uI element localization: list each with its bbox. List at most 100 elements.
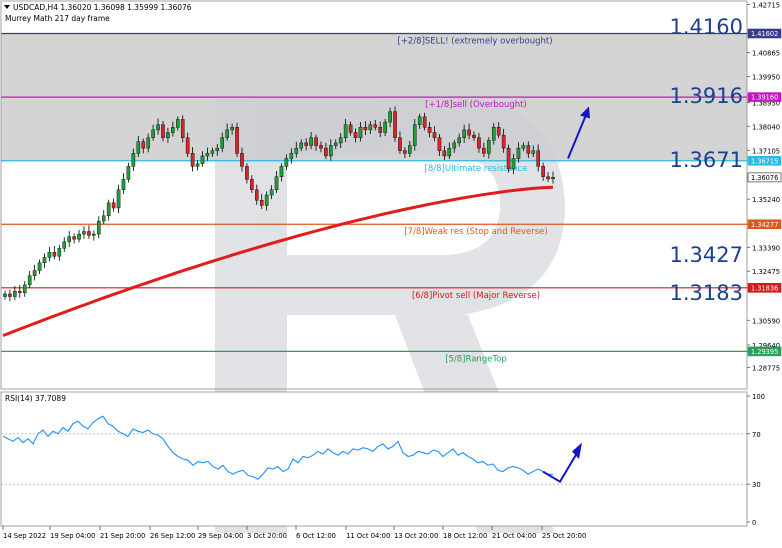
price-tag-6: 1.29395 xyxy=(747,346,782,357)
candle-body xyxy=(482,147,486,154)
time-tick-label-8: 13 Oct 20:00 xyxy=(394,532,438,540)
candle-body xyxy=(452,142,457,149)
candle-body xyxy=(215,147,220,151)
candle-body xyxy=(235,127,239,154)
price-tag-label: 1.36715 xyxy=(751,157,778,165)
candle-body xyxy=(250,179,254,190)
candle-body xyxy=(329,145,333,157)
price-tick-label-13: 1.30590 xyxy=(752,317,780,325)
candle-body xyxy=(388,111,392,123)
candle-body xyxy=(131,153,136,167)
murrey-label-0: [+2/8]SELL! (extremely overbought) xyxy=(397,36,552,46)
price-tick-label-11: 1.32475 xyxy=(752,268,780,276)
price-tag-label: 1.31836 xyxy=(751,284,778,292)
price-tag-label: 1.36076 xyxy=(751,174,778,182)
candle-body xyxy=(378,127,383,133)
candle-body xyxy=(166,132,170,138)
murrey-label-5: [5/8]RangeTop xyxy=(445,354,507,364)
candle-body xyxy=(536,150,540,167)
candle-79 xyxy=(393,106,397,142)
rsi-label: RSI(14) 37.7089 xyxy=(5,394,66,403)
candle-body xyxy=(491,127,496,141)
candle-body xyxy=(487,140,491,154)
candle-body xyxy=(506,147,511,170)
price-tick-label-10: 1.33390 xyxy=(752,244,780,252)
candle-body xyxy=(8,293,12,297)
candle-body xyxy=(264,194,269,206)
candle-body xyxy=(467,129,471,136)
candle-body xyxy=(462,129,466,138)
big-label-3: 1.3671 xyxy=(670,148,743,172)
candle-body xyxy=(72,236,76,240)
candle-body xyxy=(412,124,417,146)
candle-body xyxy=(180,119,185,138)
price-tick-label-3: 1.39950 xyxy=(752,74,780,82)
time-tick-label-4: 29 Sep 04:00 xyxy=(198,532,243,540)
candle-body xyxy=(398,137,402,151)
time-tick-label-11: 25 Oct 20:00 xyxy=(542,532,586,540)
candle-body xyxy=(338,137,343,144)
candle-body xyxy=(294,147,299,154)
candle-body xyxy=(541,166,545,177)
murrey-label-3: [7/8]Weak res (Stop and Reverse) xyxy=(404,227,547,237)
candle-body xyxy=(62,241,67,249)
price-tag-label: 1.29395 xyxy=(751,348,778,356)
price-tag-3: 1.36076 xyxy=(747,172,782,183)
time-tick-label-1: 19 Sep 04:00 xyxy=(50,532,95,540)
candle-body xyxy=(57,248,62,257)
big-label-5: 1.3183 xyxy=(670,281,743,305)
time-tick-label-10: 21 Oct 04:00 xyxy=(492,532,536,540)
candle-body xyxy=(259,200,264,206)
rsi-tick-label-0: 100 xyxy=(752,393,765,401)
candle-body xyxy=(343,124,348,138)
rsi-tick-label-2: 30 xyxy=(752,481,761,489)
candle-body xyxy=(442,150,447,157)
price-tick-label-5: 1.38040 xyxy=(752,123,780,131)
price-tag-5: 1.31836 xyxy=(747,283,782,293)
candle-body xyxy=(284,158,289,167)
candle-body xyxy=(511,158,516,170)
candle-body xyxy=(151,129,155,138)
candle-body xyxy=(106,202,111,217)
big-label-2: 1.3916 xyxy=(670,84,743,108)
candle-body xyxy=(521,145,526,149)
candle-body xyxy=(47,252,52,258)
price-tag-4: 1.34277 xyxy=(747,219,782,230)
candle-body xyxy=(319,145,323,149)
candle-body xyxy=(437,137,442,151)
symbol-info: USDCAD,H4 1.36020 1.36098 1.35999 1.3607… xyxy=(13,3,192,12)
candle-body xyxy=(245,166,249,180)
candle-body xyxy=(254,189,259,201)
candle-body xyxy=(274,176,279,190)
candle-body xyxy=(393,111,397,138)
time-tick-label-6: 6 Oct 12:00 xyxy=(296,532,336,540)
candle-body xyxy=(279,166,284,177)
candle-body xyxy=(171,127,175,133)
candle-body xyxy=(477,137,481,149)
price-tag-0: 1.41602 xyxy=(747,28,782,39)
candle-body xyxy=(516,147,521,159)
time-tick-label-9: 18 Oct 12:00 xyxy=(443,532,487,540)
candle-body xyxy=(333,142,338,146)
rsi-tick-label-1: 70 xyxy=(752,431,761,439)
murrey-label-4: [6/8]Pivot sell (Major Reverse) xyxy=(412,291,540,301)
candle-body xyxy=(304,142,308,146)
candle-body xyxy=(551,177,555,180)
candle-body xyxy=(432,132,437,138)
candle-body xyxy=(146,137,150,149)
candle-body xyxy=(111,202,116,209)
candle-body xyxy=(97,220,101,235)
candle-body xyxy=(37,262,42,271)
candle-body xyxy=(190,153,195,167)
candle-body xyxy=(67,236,71,243)
candle-body xyxy=(121,179,126,190)
candle-body xyxy=(195,163,200,167)
indicator-name: Murrey Math 217 day frame xyxy=(5,14,110,23)
candle-body xyxy=(200,155,205,164)
candle-body xyxy=(403,150,407,154)
rsi-axis: 100 70 30 0 xyxy=(747,393,765,527)
price-tick-label-16: 1.28775 xyxy=(752,365,780,373)
chart-svg: [+2/8]SELL! (extremely overbought) [+1/8]… xyxy=(0,0,782,540)
price-tick-label-0: 1.42715 xyxy=(752,2,780,10)
candle-body xyxy=(116,189,121,209)
